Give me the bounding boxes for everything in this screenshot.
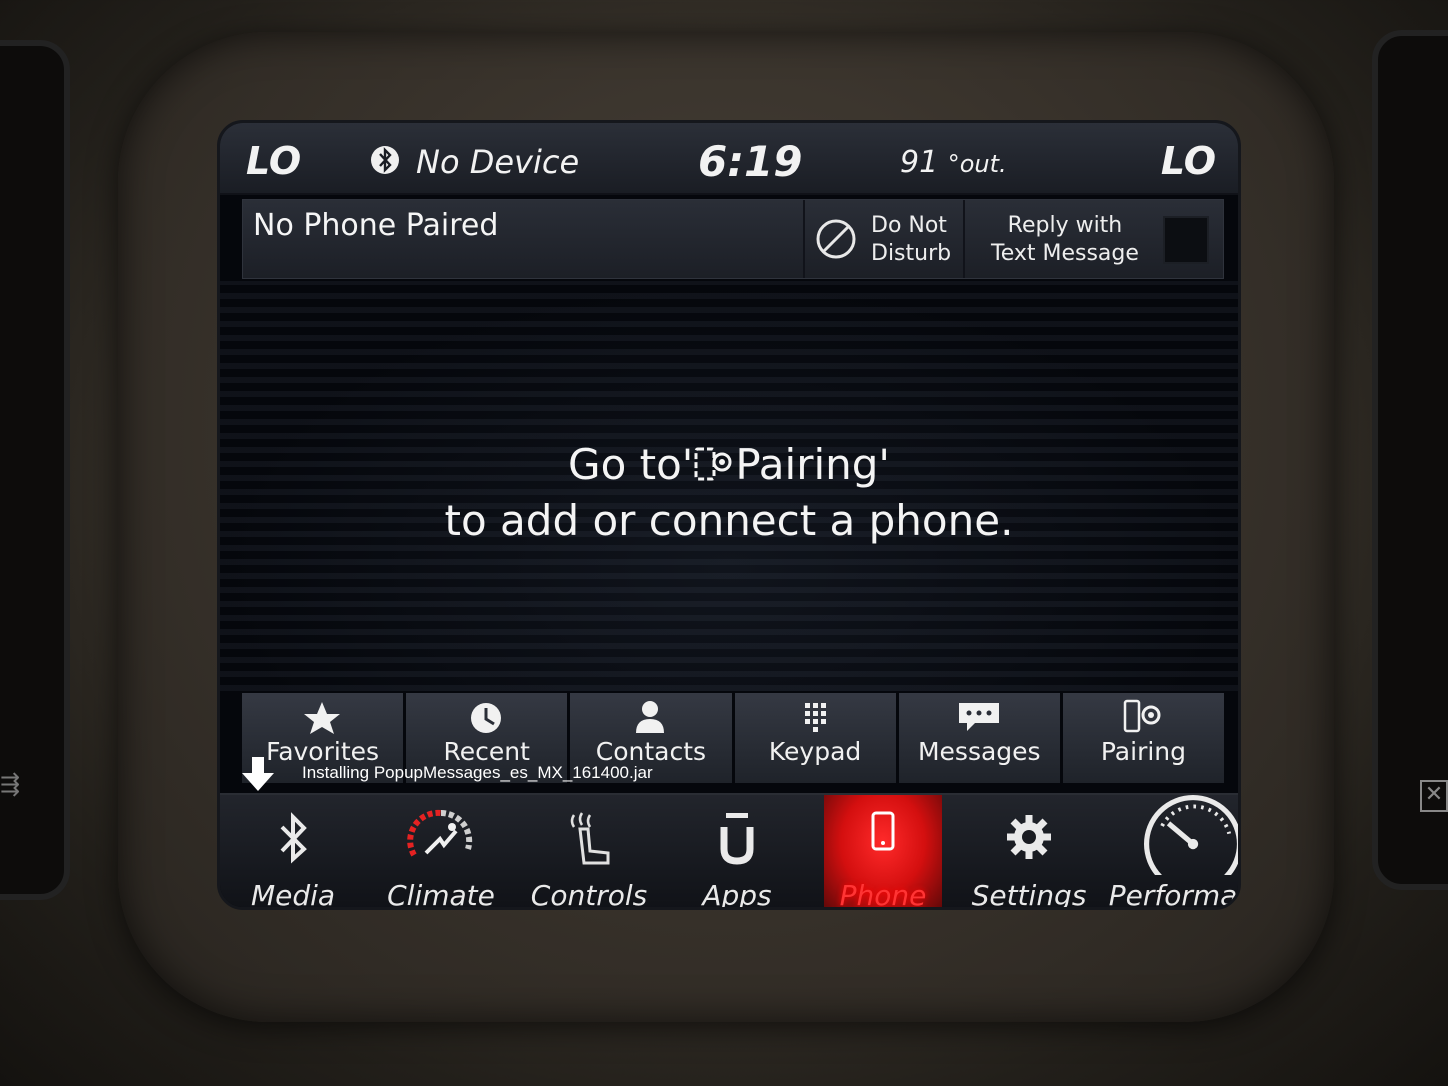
pairing-instruction: Go to' Pairing' to add or connect a phon… bbox=[220, 437, 1238, 549]
nav-phone[interactable]: Phone bbox=[824, 795, 942, 910]
clock-icon bbox=[471, 703, 502, 733]
gear-icon bbox=[1007, 815, 1051, 859]
star-icon bbox=[304, 702, 340, 734]
nav-label-media: Media bbox=[250, 879, 336, 910]
clock: 6:19 bbox=[698, 137, 803, 186]
bluetooth-icon bbox=[280, 812, 307, 864]
passenger-temp[interactable]: LO bbox=[1161, 139, 1216, 183]
tab-label-pairing: Pairing bbox=[1100, 737, 1187, 766]
nav-label-controls: Controls bbox=[530, 879, 648, 910]
person-icon bbox=[636, 701, 665, 733]
tab-pairing[interactable]: Pairing bbox=[1062, 693, 1225, 783]
right-air-vent bbox=[1372, 30, 1448, 890]
nav-performance[interactable]: Performa bbox=[1104, 795, 1238, 910]
driver-temp[interactable]: LO bbox=[246, 139, 301, 183]
pairing-icon bbox=[694, 447, 732, 481]
infotainment-screen: LO No Device 6:19 91 °out. LO No Phone P… bbox=[217, 120, 1241, 910]
speech-bubble-icon bbox=[958, 703, 999, 731]
tab-label-keypad: Keypad bbox=[768, 737, 862, 766]
tab-messages[interactable]: Messages bbox=[898, 693, 1060, 783]
bluetooth-status-icon bbox=[371, 146, 399, 174]
tab-label-recent: Recent bbox=[443, 737, 530, 766]
seat-heat-icon bbox=[570, 812, 610, 865]
phone-status-title: No Phone Paired bbox=[253, 208, 499, 243]
tab-keypad[interactable]: Keypad bbox=[734, 693, 896, 783]
dnd-label-line1: Do Not bbox=[871, 213, 947, 238]
climate-icon bbox=[407, 809, 473, 857]
instruction-line2: to add or connect a phone. bbox=[444, 496, 1014, 545]
nav-label-performance: Performa bbox=[1108, 879, 1238, 910]
outside-temp-value: 91 bbox=[900, 145, 939, 180]
nav-climate[interactable]: Climate bbox=[368, 795, 514, 910]
nav-controls[interactable]: Controls bbox=[516, 795, 662, 910]
do-not-disturb-button[interactable]: Do Not Disturb bbox=[803, 200, 963, 278]
nav-settings[interactable]: Settings bbox=[956, 795, 1102, 910]
nav-label-settings: Settings bbox=[971, 879, 1087, 910]
reply-label-line1: Reply with bbox=[1007, 213, 1123, 238]
bottom-navigation: Media Climate Controls Apps Phone Settin… bbox=[220, 793, 1238, 910]
phone-icon bbox=[871, 811, 895, 851]
gauge-icon bbox=[1144, 795, 1238, 875]
install-status-text: Installing PopupMessages_es_MX_161400.ja… bbox=[302, 763, 653, 782]
outside-temp-unit: °out. bbox=[947, 150, 1007, 178]
nav-label-phone: Phone bbox=[839, 879, 927, 910]
device-name: No Device bbox=[416, 143, 580, 181]
nav-label-apps: Apps bbox=[702, 879, 772, 910]
reply-label-line2: Text Message bbox=[991, 241, 1139, 266]
phone-gear-icon bbox=[1123, 699, 1161, 733]
instruction-line1-suffix: Pairing' bbox=[735, 440, 890, 489]
dnd-label-line2: Disturb bbox=[871, 241, 952, 266]
tab-label-messages: Messages bbox=[917, 737, 1041, 766]
keypad-icon bbox=[804, 703, 826, 732]
side-button-icon: ✕ bbox=[1420, 780, 1448, 812]
nav-media[interactable]: Media bbox=[220, 795, 366, 910]
do-not-disturb-icon bbox=[816, 219, 856, 259]
reply-with-text-toggle[interactable]: Reply with Text Message bbox=[963, 200, 1225, 278]
nav-apps[interactable]: Apps bbox=[664, 795, 810, 910]
instruction-line1-prefix: Go to' bbox=[568, 440, 694, 489]
reply-checkbox[interactable] bbox=[1163, 216, 1209, 264]
download-arrow-icon bbox=[242, 757, 274, 791]
phone-header: No Phone Paired Do Not Disturb Reply wit… bbox=[242, 199, 1224, 279]
outside-temperature: 91 °out. bbox=[900, 145, 1007, 180]
status-bar: LO No Device 6:19 91 °out. LO bbox=[220, 123, 1238, 195]
main-content: Go to' Pairing' to add or connect a phon… bbox=[220, 281, 1238, 691]
nav-label-climate: Climate bbox=[387, 879, 495, 910]
apps-icon bbox=[720, 813, 754, 865]
tab-label-contacts: Contacts bbox=[595, 737, 707, 766]
hazard-side-icon: ⇶ bbox=[0, 770, 21, 798]
